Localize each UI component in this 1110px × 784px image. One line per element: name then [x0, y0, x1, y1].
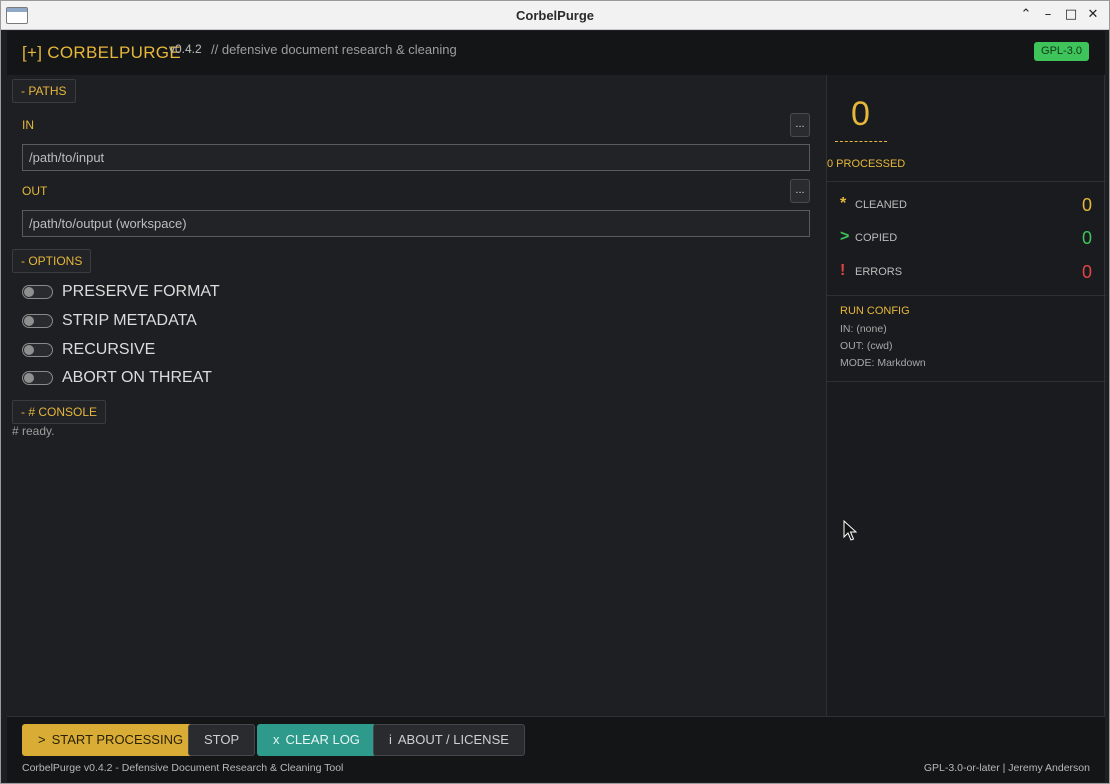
- run-config-out: OUT: (cwd): [840, 340, 893, 352]
- window-close-icon[interactable]: ✕: [1084, 6, 1102, 24]
- toggle-label: STRIP METADATA: [62, 312, 197, 329]
- window-titlebar[interactable]: CorbelPurge ⌃ – □ ✕: [1, 1, 1109, 30]
- stat-label: COPIED: [855, 232, 898, 244]
- app-header: [+] CORBELPURGE v0.4.2 // defensive docu…: [7, 31, 1105, 75]
- stats-divider: [827, 295, 1106, 296]
- stats-divider: [827, 181, 1106, 182]
- app-brand: [+] CORBELPURGE: [22, 43, 181, 62]
- toggle-switch[interactable]: [22, 285, 53, 299]
- in-path-label: IN: [22, 118, 34, 132]
- app-tagline: // defensive document research & cleanin…: [211, 42, 457, 57]
- start-processing-label: START PROCESSING: [51, 732, 184, 747]
- stop-button[interactable]: STOP: [188, 724, 256, 756]
- copied-arrow-icon: >: [840, 228, 850, 245]
- stat-row-cleaned: * CLEANED 0: [840, 195, 1092, 217]
- clear-log-label: CLEAR LOG: [285, 732, 360, 747]
- processed-label: 0 PROCESSED: [827, 158, 906, 170]
- about-license-button[interactable]: i ABOUT / LICENSE: [373, 724, 525, 756]
- start-processing-button[interactable]: > START PROCESSING: [22, 724, 200, 756]
- stat-row-errors: ! ERRORS 0: [840, 262, 1092, 284]
- window-title: CorbelPurge: [515, 8, 594, 23]
- processed-count: 0: [851, 95, 870, 133]
- stat-value: 0: [1081, 262, 1092, 282]
- input-path-field[interactable]: [22, 144, 810, 171]
- errors-exclamation-icon: !: [840, 262, 846, 279]
- toggle-label: RECURSIVE: [62, 341, 156, 358]
- toggle-label: PRESERVE FORMAT: [62, 283, 220, 300]
- clear-log-button[interactable]: x CLEAR LOG: [257, 724, 376, 756]
- paths-section-toggle[interactable]: - PATHS: [12, 79, 76, 103]
- main-panel: - PATHS IN ... OUT ... - OPTIONS PRESERV…: [7, 75, 825, 716]
- stat-value: 0: [1081, 195, 1092, 215]
- console-log-line: # ready.: [12, 424, 55, 438]
- processed-divider: [835, 141, 887, 142]
- start-arrow-icon: >: [38, 732, 46, 747]
- window-maximize-icon[interactable]: □: [1062, 6, 1080, 24]
- app-window: CorbelPurge ⌃ – □ ✕ [+] CORBELPURGE v0.4…: [0, 0, 1110, 784]
- out-path-label: OUT: [22, 184, 48, 198]
- status-right: GPL-3.0-or-later | Jeremy Anderson: [923, 762, 1090, 774]
- stat-label: CLEANED: [855, 199, 907, 211]
- stat-label: ERRORS: [855, 266, 903, 278]
- browse-input-button[interactable]: ...: [790, 113, 810, 137]
- stats-panel: 0 0 PROCESSED * CLEANED 0 > COPIED 0 ! E…: [826, 75, 1106, 716]
- toggle-label: ABORT ON THREAT: [62, 369, 212, 386]
- browse-output-button[interactable]: ...: [790, 179, 810, 203]
- window-minimize-icon[interactable]: –: [1039, 6, 1057, 24]
- run-config-mode: MODE: Markdown: [840, 357, 926, 369]
- stats-divider: [827, 381, 1106, 382]
- status-left: CorbelPurge v0.4.2 - Defensive Document …: [22, 762, 344, 774]
- toggle-switch[interactable]: [22, 343, 53, 357]
- toggle-switch[interactable]: [22, 314, 53, 328]
- run-config-in: IN: (none): [840, 323, 887, 335]
- mouse-pointer-icon: [843, 520, 857, 541]
- window-collapse-icon[interactable]: ⌃: [1017, 6, 1035, 24]
- toggle-switch[interactable]: [22, 371, 53, 385]
- cleaned-star-icon: *: [840, 195, 847, 212]
- options-section-toggle[interactable]: - OPTIONS: [12, 249, 92, 273]
- stat-value: 0: [1081, 228, 1092, 248]
- license-badge: GPL-3.0: [1034, 42, 1089, 61]
- stat-row-copied: > COPIED 0: [840, 228, 1092, 250]
- app-version: v0.4.2: [169, 42, 202, 56]
- output-path-field[interactable]: [22, 210, 810, 237]
- run-config-title: RUN CONFIG: [840, 305, 910, 317]
- clear-x-icon: x: [273, 732, 280, 747]
- info-icon: i: [389, 732, 392, 747]
- console-section-toggle[interactable]: - # CONSOLE: [12, 400, 107, 424]
- about-license-label: ABOUT / LICENSE: [397, 732, 509, 747]
- action-bar: > START PROCESSING STOP x CLEAR LOG i ABOUT…: [7, 716, 1105, 782]
